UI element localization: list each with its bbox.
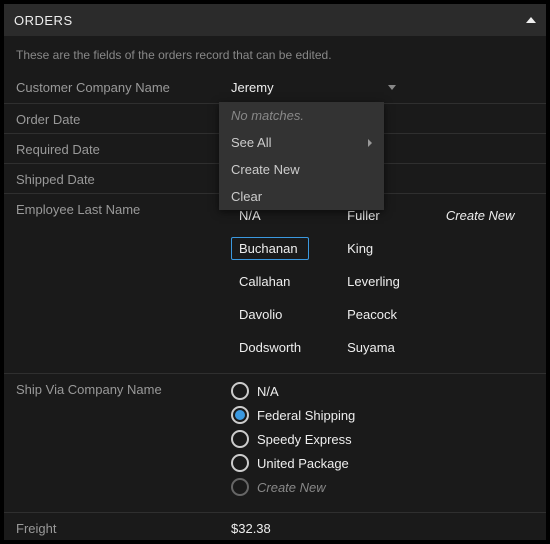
- dropdown-clear[interactable]: Clear: [219, 183, 384, 210]
- row-freight: Freight $32.38: [4, 513, 546, 542]
- panel-header: ORDERS: [4, 4, 546, 36]
- employee-option[interactable]: Peacock: [339, 303, 408, 326]
- dropdown-see-all[interactable]: See All: [219, 129, 384, 156]
- label-employee-last-name: Employee Last Name: [16, 200, 231, 217]
- label-customer-company-name: Customer Company Name: [16, 78, 231, 95]
- employee-option[interactable]: Suyama: [339, 336, 408, 359]
- employee-option[interactable]: Callahan: [231, 270, 309, 293]
- helper-text: These are the fields of the orders recor…: [4, 36, 546, 72]
- ship-via-option[interactable]: Federal Shipping: [231, 406, 534, 424]
- customer-company-dropdown: No matches. See All Create New Clear: [219, 102, 384, 210]
- label-ship-via: Ship Via Company Name: [16, 380, 231, 397]
- label-shipped-date: Shipped Date: [16, 170, 231, 187]
- ship-via-option[interactable]: United Package: [231, 454, 534, 472]
- radio-icon: [231, 454, 249, 472]
- row-employee-last-name: Employee Last Name N/ABuchananCallahanDa…: [4, 194, 546, 374]
- radio-icon: [231, 382, 249, 400]
- customer-company-combobox[interactable]: Jeremy No matches. See All Create New Cl…: [231, 78, 396, 97]
- chevron-down-icon[interactable]: [388, 85, 396, 90]
- collapse-icon[interactable]: [526, 17, 536, 23]
- radio-label: Speedy Express: [257, 432, 352, 447]
- dropdown-no-matches: No matches.: [219, 102, 384, 129]
- label-required-date: Required Date: [16, 140, 231, 157]
- radio-icon: [231, 430, 249, 448]
- freight-value[interactable]: $32.38: [231, 519, 534, 536]
- employee-option[interactable]: Buchanan: [231, 237, 309, 260]
- label-order-date: Order Date: [16, 110, 231, 127]
- row-customer-company-name: Customer Company Name Jeremy No matches.…: [4, 72, 546, 104]
- radio-label: Create New: [257, 480, 326, 495]
- employee-option[interactable]: Dodsworth: [231, 336, 309, 359]
- radio-icon: [231, 478, 249, 496]
- employee-option[interactable]: King: [339, 237, 408, 260]
- ship-via-create-new[interactable]: Create New: [231, 478, 534, 496]
- employee-option[interactable]: Davolio: [231, 303, 309, 326]
- ship-via-option[interactable]: N/A: [231, 382, 534, 400]
- employee-option[interactable]: Leverling: [339, 270, 408, 293]
- dropdown-see-all-label: See All: [231, 135, 271, 150]
- radio-label: N/A: [257, 384, 279, 399]
- employee-create-new[interactable]: Create New: [438, 204, 523, 227]
- row-ship-via: Ship Via Company Name N/A Federal Shippin…: [4, 374, 546, 513]
- panel-content: These are the fields of the orders recor…: [4, 36, 546, 542]
- chevron-right-icon: [368, 139, 372, 147]
- customer-company-input[interactable]: Jeremy: [231, 78, 381, 97]
- ship-via-radio-group: N/A Federal Shipping Speedy Express United …: [231, 380, 534, 496]
- orders-panel: ORDERS These are the fields of the order…: [0, 0, 550, 544]
- radio-icon: [231, 406, 249, 424]
- employee-grid: N/ABuchananCallahanDavolioDodsworth Full…: [231, 200, 534, 359]
- dropdown-create-new[interactable]: Create New: [219, 156, 384, 183]
- ship-via-option[interactable]: Speedy Express: [231, 430, 534, 448]
- label-freight: Freight: [16, 519, 231, 536]
- radio-label: Federal Shipping: [257, 408, 355, 423]
- panel-title: ORDERS: [14, 13, 73, 28]
- radio-label: United Package: [257, 456, 349, 471]
